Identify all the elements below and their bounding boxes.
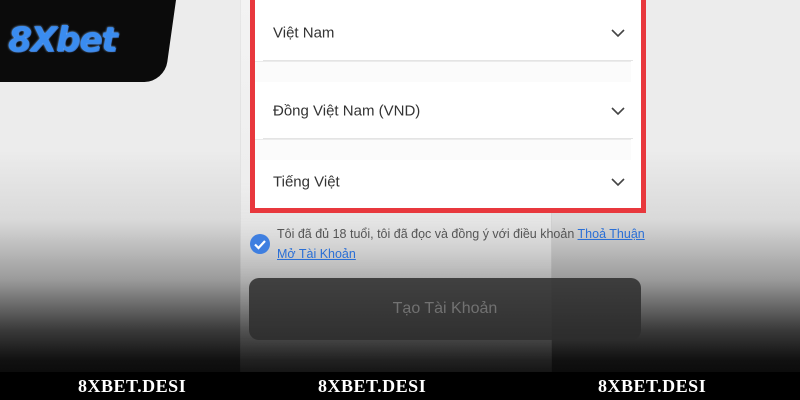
row-separator <box>255 61 631 82</box>
currency-select[interactable]: Đồng Việt Nam (VND) <box>263 83 633 139</box>
chevron-down-icon <box>611 178 625 187</box>
country-select-value: Việt Nam <box>273 24 335 41</box>
terms-checkbox[interactable] <box>250 234 270 254</box>
language-select[interactable]: Tiếng Việt <box>263 160 633 204</box>
chevron-down-icon <box>611 28 625 37</box>
chevron-down-icon <box>611 106 625 115</box>
footer-bar: 8XBET.DESI 8XBET.DESI 8XBET.DESI <box>0 372 800 400</box>
brand-logo: 8Xbet <box>8 20 118 60</box>
footer-brand: 8XBET.DESI <box>78 376 187 396</box>
terms-text: Tôi đã đủ 18 tuổi, tôi đã đọc và đồng ý … <box>277 224 647 264</box>
checkmark-icon <box>254 240 266 250</box>
create-account-button[interactable]: Tạo Tài Khoản <box>249 278 641 340</box>
country-select[interactable]: Việt Nam <box>263 5 633 61</box>
language-select-value: Tiếng Việt <box>273 173 340 191</box>
footer-brand: 8XBET.DESI <box>598 376 707 396</box>
footer-brand: 8XBET.DESI <box>318 376 427 396</box>
row-separator <box>255 139 631 160</box>
currency-select-value: Đồng Việt Nam (VND) <box>273 102 421 119</box>
highlighted-form-section: Việt Nam Đồng Việt Nam (VND) Tiếng Việt <box>250 0 646 213</box>
terms-statement: Tôi đã đủ 18 tuổi, tôi đã đọc và đồng ý … <box>277 227 575 241</box>
